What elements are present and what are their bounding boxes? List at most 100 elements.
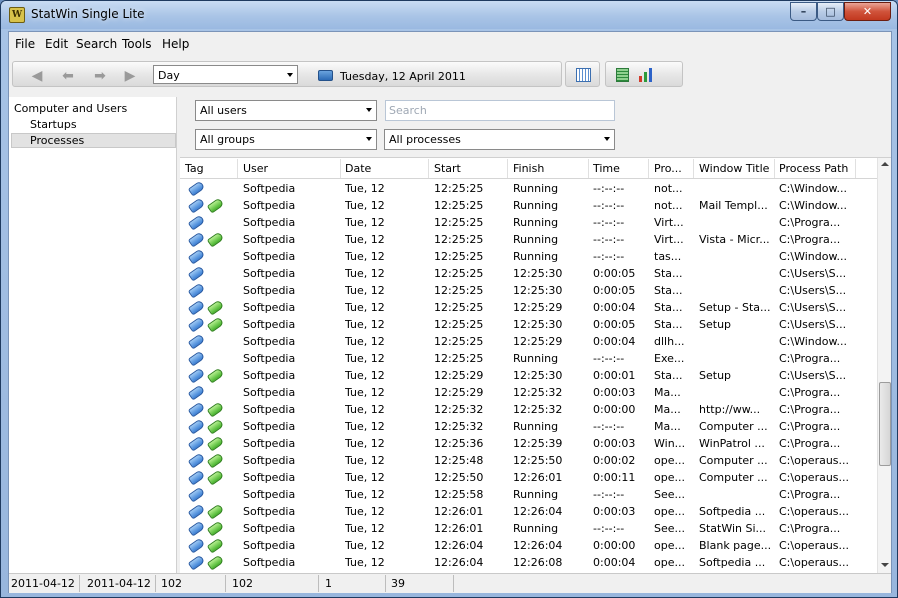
column-start[interactable]: Start xyxy=(434,162,504,175)
column-window-title[interactable]: Window Title xyxy=(699,162,774,175)
tree-processes[interactable]: Processes xyxy=(11,133,176,148)
cell-date: Tue, 12 xyxy=(345,488,385,501)
menu-file[interactable]: File xyxy=(15,37,35,51)
table-row[interactable]: Softpedia Tue, 12 12:25:32 12:25:32 0:00:00 M… xyxy=(180,401,877,418)
cell-path: C:\Users\S... xyxy=(779,369,847,382)
column-finish[interactable]: Finish xyxy=(513,162,588,175)
cell-date: Tue, 12 xyxy=(345,437,385,450)
calendar-date-icon xyxy=(318,70,333,81)
blue-tag-icon xyxy=(187,538,203,552)
calendar-icon[interactable] xyxy=(576,68,591,82)
table-row[interactable]: Softpedia Tue, 12 12:25:25 Running --:--:-- n… xyxy=(180,180,877,197)
first-icon[interactable]: ◀ xyxy=(29,69,45,83)
last-icon[interactable]: ▶ xyxy=(122,69,138,83)
cell-date: Tue, 12 xyxy=(345,318,385,331)
cell-title: Blank page... xyxy=(699,539,772,552)
table-row[interactable]: Softpedia Tue, 12 12:25:50 12:26:01 0:00:11 o… xyxy=(180,469,877,486)
menu-search[interactable]: Search xyxy=(76,37,117,51)
processes-filter-value: All processes xyxy=(389,133,461,146)
column-date[interactable]: Date xyxy=(345,162,425,175)
cell-start: 12:25:25 xyxy=(434,267,484,280)
table-row[interactable]: Softpedia Tue, 12 12:25:25 12:25:29 0:00:04 S… xyxy=(180,299,877,316)
vertical-scrollbar[interactable] xyxy=(877,158,891,574)
column-divider[interactable] xyxy=(774,159,775,178)
column-user[interactable]: User xyxy=(243,162,338,175)
menu-edit[interactable]: Edit xyxy=(45,37,68,51)
blue-tag-icon xyxy=(187,487,203,501)
scroll-down-icon[interactable] xyxy=(881,563,889,567)
title-bar[interactable]: W StatWin Single Lite – □ ✕ xyxy=(1,1,897,29)
table-row[interactable]: Softpedia Tue, 12 12:26:01 12:26:04 0:00:03 o… xyxy=(180,503,877,520)
users-filter[interactable]: All users xyxy=(195,100,377,121)
table-row[interactable]: Softpedia Tue, 12 12:25:25 Running --:--:-- V… xyxy=(180,231,877,248)
cell-finish: 12:26:08 xyxy=(513,556,563,569)
menu-tools[interactable]: Tools xyxy=(122,37,152,51)
column-time[interactable]: Time xyxy=(593,162,643,175)
cell-time: 0:00:04 xyxy=(593,335,636,348)
chart-view-icon[interactable] xyxy=(638,68,654,82)
table-row[interactable]: Softpedia Tue, 12 12:25:25 12:25:30 0:00:05 S… xyxy=(180,265,877,282)
period-select[interactable]: Day xyxy=(153,65,298,84)
table-row[interactable]: Softpedia Tue, 12 12:25:32 Running --:--:-- M… xyxy=(180,418,877,435)
processes-filter[interactable]: All processes xyxy=(384,129,615,150)
table-row[interactable]: Softpedia Tue, 12 12:25:36 12:25:39 0:00:03 W… xyxy=(180,435,877,452)
column-process-path[interactable]: Process Path xyxy=(779,162,854,175)
minimize-button[interactable]: – xyxy=(790,2,817,21)
cell-start: 12:25:25 xyxy=(434,352,484,365)
status-date-from: 2011-04-12 xyxy=(11,577,75,590)
column-divider[interactable] xyxy=(237,159,238,178)
blue-tag-icon xyxy=(187,555,203,569)
table-row[interactable]: Softpedia Tue, 12 12:26:04 12:26:08 0:00:04 o… xyxy=(180,554,877,571)
table-row[interactable]: Softpedia Tue, 12 12:25:58 Running --:--:-- S… xyxy=(180,486,877,503)
column-divider[interactable] xyxy=(340,159,341,178)
chevron-down-icon xyxy=(604,137,610,141)
column-divider[interactable] xyxy=(648,159,649,178)
table-row[interactable]: Softpedia Tue, 12 12:25:25 Running --:--:-- V… xyxy=(180,214,877,231)
search-input[interactable]: Search xyxy=(385,100,615,121)
cell-time: --:--:-- xyxy=(593,352,625,365)
table-row[interactable]: Softpedia Tue, 12 12:26:04 12:26:04 0:00:00 o… xyxy=(180,537,877,554)
table-row[interactable]: Softpedia Tue, 12 12:25:25 Running --:--:-- n… xyxy=(180,197,877,214)
maximize-button[interactable]: □ xyxy=(817,2,844,21)
next-icon[interactable]: ➡ xyxy=(92,69,108,83)
blue-tag-icon xyxy=(187,402,203,416)
column-divider[interactable] xyxy=(428,159,429,178)
close-button[interactable]: ✕ xyxy=(844,2,891,21)
cell-path: C:\Progra... xyxy=(779,352,841,365)
date-picker-button[interactable]: Tuesday, 12 April 2011 xyxy=(310,63,564,89)
menu-help[interactable]: Help xyxy=(162,37,189,51)
table-row[interactable]: Softpedia Tue, 12 12:25:29 12:25:30 0:00:01 S… xyxy=(180,367,877,384)
cell-title: Setup xyxy=(699,318,732,331)
table-row[interactable]: Softpedia Tue, 12 12:25:25 Running --:--:-- t… xyxy=(180,248,877,265)
tree-startups[interactable]: Startups xyxy=(30,118,77,131)
table-row[interactable]: Softpedia Tue, 12 12:25:25 12:25:30 0:00:05 S… xyxy=(180,282,877,299)
previous-icon[interactable]: ⬅ xyxy=(60,69,76,83)
cell-pro: Virt... xyxy=(654,216,684,229)
cell-pro: ope... xyxy=(654,505,685,518)
column-divider[interactable] xyxy=(693,159,694,178)
tree-computer-and-users[interactable]: Computer and Users xyxy=(14,102,127,115)
table-view-icon[interactable] xyxy=(616,68,629,82)
scroll-up-icon[interactable] xyxy=(881,162,889,166)
cell-date: Tue, 12 xyxy=(345,471,385,484)
table-row[interactable]: Softpedia Tue, 12 12:25:48 12:25:50 0:00:02 o… xyxy=(180,452,877,469)
column-divider[interactable] xyxy=(507,159,508,178)
column-process[interactable]: Pro... xyxy=(654,162,692,175)
cell-user: Softpedia xyxy=(243,386,296,399)
toolbar-views xyxy=(605,61,683,87)
column-divider[interactable] xyxy=(855,159,856,178)
table-row[interactable]: Softpedia Tue, 12 12:25:29 12:25:32 0:00:03 M… xyxy=(180,384,877,401)
groups-filter[interactable]: All groups xyxy=(195,129,377,150)
table-row[interactable]: Softpedia Tue, 12 12:25:25 12:25:29 0:00:04 d… xyxy=(180,333,877,350)
cell-pro: See... xyxy=(654,488,686,501)
scroll-thumb[interactable] xyxy=(879,382,891,466)
cell-title xyxy=(699,216,772,230)
column-tag[interactable]: Tag xyxy=(185,162,235,175)
blue-tag-icon xyxy=(187,521,203,535)
table-row[interactable]: Softpedia Tue, 12 12:25:25 Running --:--:-- E… xyxy=(180,350,877,367)
table-row[interactable]: Softpedia Tue, 12 12:25:25 12:25:30 0:00:05 S… xyxy=(180,316,877,333)
period-select-value: Day xyxy=(158,69,180,82)
table-row[interactable]: Softpedia Tue, 12 12:26:01 Running --:--:-- S… xyxy=(180,520,877,537)
column-divider[interactable] xyxy=(588,159,589,178)
green-tag-icon xyxy=(206,232,222,246)
